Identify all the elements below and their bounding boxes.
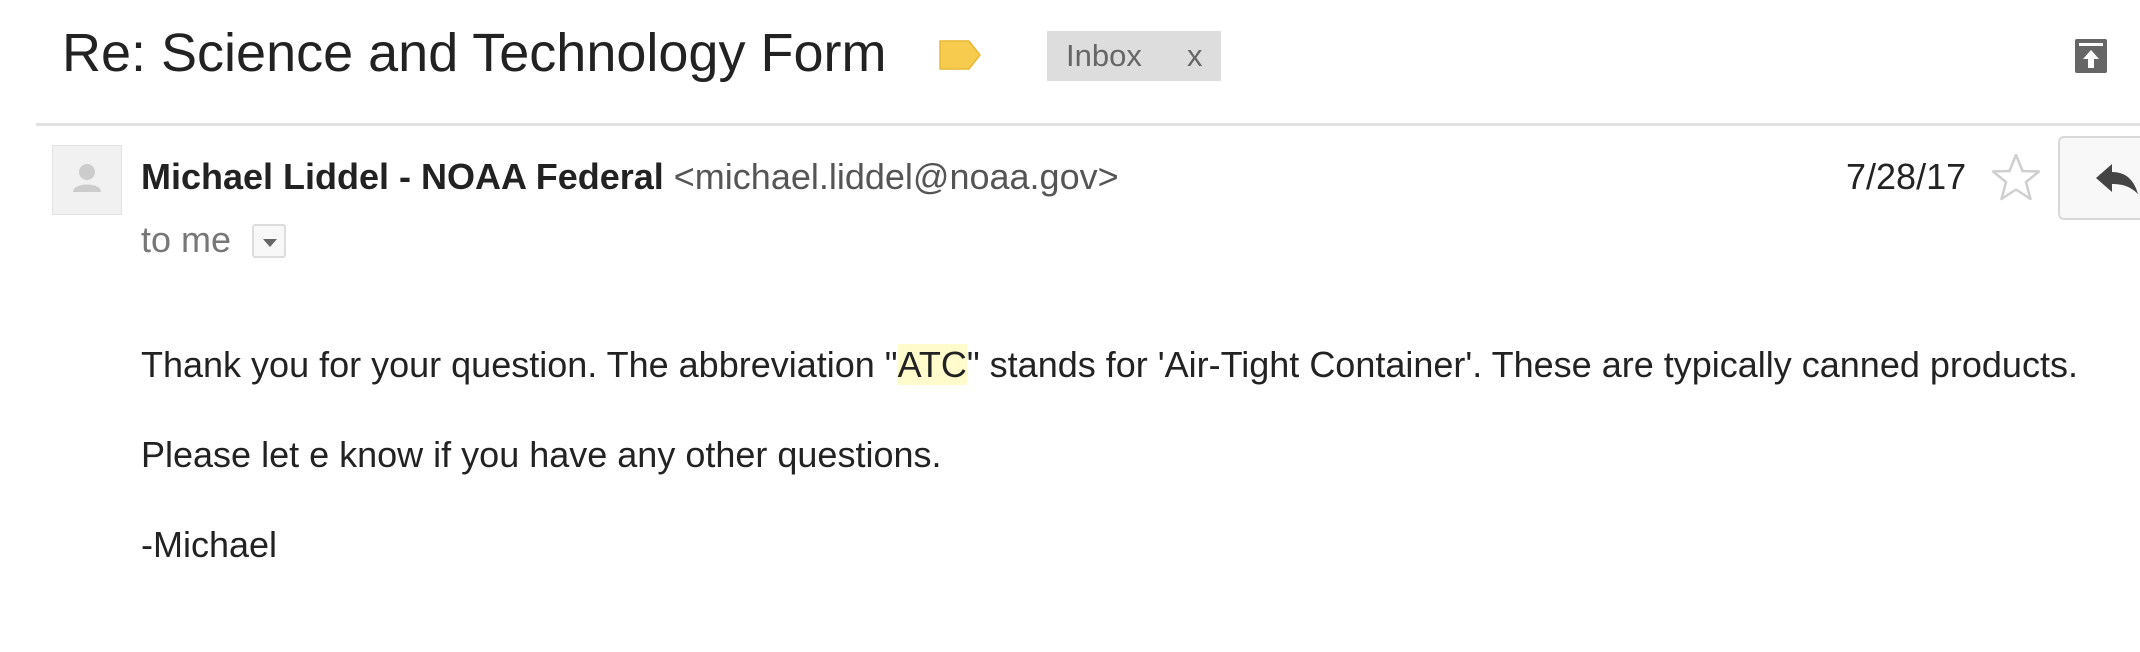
default-avatar-icon xyxy=(73,164,101,192)
sender-avatar xyxy=(52,145,122,215)
body-text: Thank you for your question. The abbrevi… xyxy=(141,344,898,385)
sender-name: Michael Liddel - NOAA Federal xyxy=(141,156,664,197)
highlighted-term: ATC xyxy=(897,344,967,385)
body-paragraph: Thank you for your question. The abbrevi… xyxy=(141,343,2121,387)
reply-button[interactable] xyxy=(2058,136,2140,220)
remove-label-button[interactable]: x xyxy=(1187,31,1203,81)
reply-arrow-icon xyxy=(2096,164,2138,194)
email-subject: Re: Science and Technology Form xyxy=(62,23,887,83)
label-chip-inbox[interactable]: Inbox x xyxy=(1047,31,1221,81)
show-details-button[interactable] xyxy=(252,224,286,258)
signature: -Michael xyxy=(141,524,278,565)
message-body: Thank you for your question. The abbrevi… xyxy=(141,343,2121,567)
sender-email: <michael.liddel@noaa.gov> xyxy=(673,156,1119,197)
recipient-line: to me xyxy=(141,219,232,260)
subject-header: Re: Science and Technology Form Inbox x xyxy=(0,0,2140,124)
header-divider xyxy=(36,123,2140,126)
star-outline-icon[interactable] xyxy=(1990,152,2042,204)
message-date: 7/28/17 xyxy=(1846,156,1967,197)
body-text: " stands for 'Air-Tight Container'. Thes… xyxy=(966,344,2078,385)
archive-icon[interactable] xyxy=(2074,38,2108,74)
sender-line: Michael Liddel - NOAA Federal <michael.l… xyxy=(141,155,1119,199)
email-view: Re: Science and Technology Form Inbox x … xyxy=(0,0,2140,652)
label-chip-text: Inbox xyxy=(1066,38,1142,73)
label-tag-icon[interactable] xyxy=(937,38,983,72)
body-paragraph: Please let e know if you have any other … xyxy=(141,434,942,475)
